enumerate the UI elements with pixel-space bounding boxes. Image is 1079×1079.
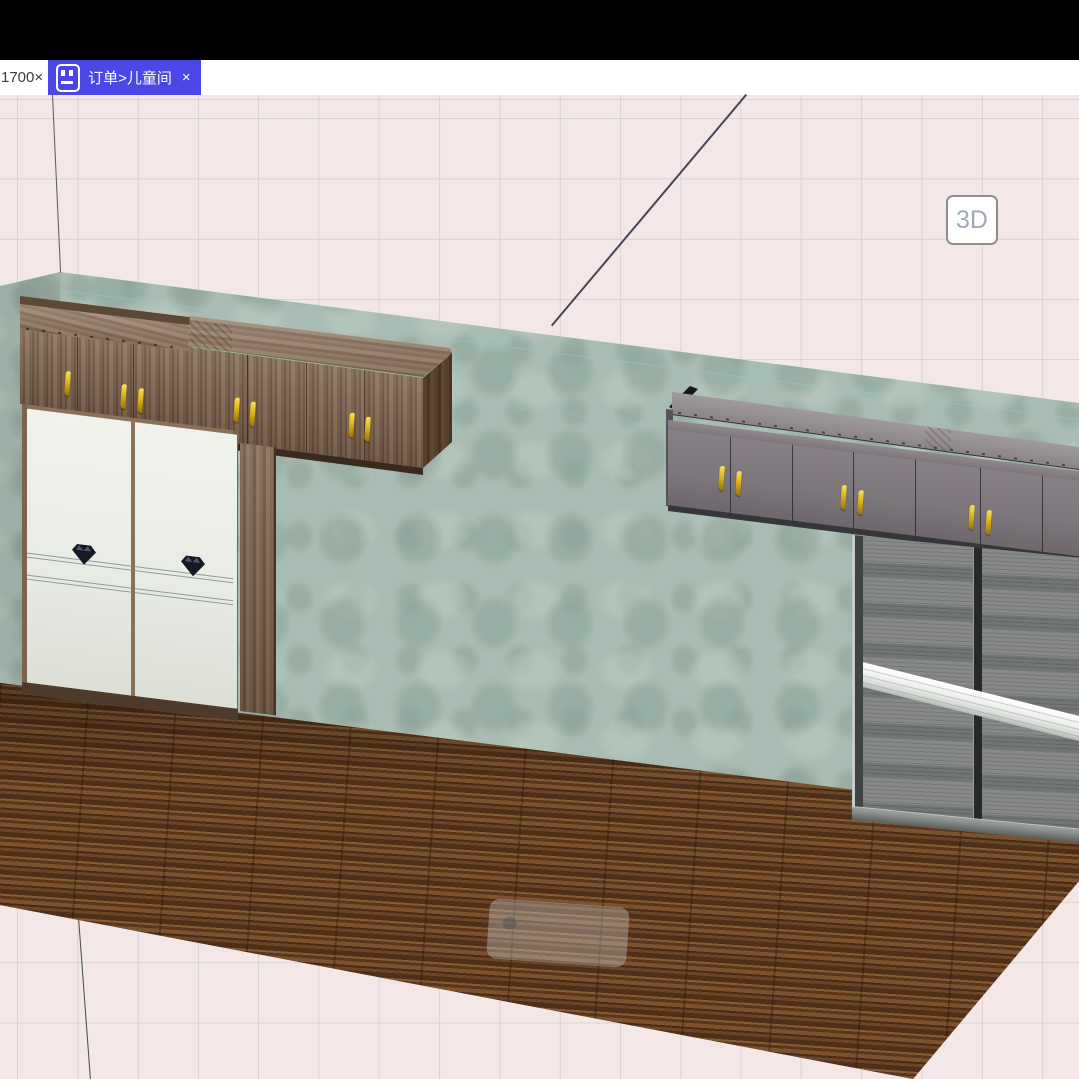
canvas-dimension-label: 1700×	[1, 60, 43, 95]
floor-corner-edge-line	[78, 917, 91, 1079]
cabinet-door[interactable]	[306, 363, 365, 461]
top-black-bar	[0, 0, 1079, 60]
floor-selection-shadow	[486, 898, 630, 968]
cabinet-door[interactable]	[77, 337, 134, 418]
sliding-door-right[interactable]	[131, 422, 237, 709]
frame-gable	[855, 535, 863, 821]
tab-label: 订单>儿童间	[88, 67, 172, 88]
wall-corner-edge-line	[52, 95, 61, 273]
cabinet-door[interactable]	[247, 355, 307, 453]
cabinet-door[interactable]	[133, 344, 191, 425]
cabinet-door[interactable]	[915, 460, 981, 544]
left-wardrobe-sliding-section[interactable]	[22, 404, 238, 721]
right-wardrobe-sliding-section[interactable]	[852, 535, 1079, 843]
left-wardrobe-side-column	[240, 443, 276, 715]
ceiling-edge-line	[551, 94, 747, 326]
design-app-window: 1700× 订单>儿童间 ×	[0, 0, 1079, 1079]
selection-dot	[502, 916, 517, 930]
document-tab-bar: 1700× 订单>儿童间 ×	[0, 60, 1079, 95]
cabinet-door[interactable]	[364, 370, 424, 468]
tab-close-icon[interactable]: ×	[182, 69, 191, 86]
document-tab-order-childrens-room[interactable]: 订单>儿童间 ×	[48, 60, 201, 95]
cabinet-icon	[56, 64, 80, 92]
sliding-door-right[interactable]	[982, 548, 1079, 833]
cabinet-joint-hatch	[925, 426, 951, 452]
cabinet-door[interactable]	[1042, 476, 1079, 557]
3d-viewport-canvas[interactable]: 3D	[0, 95, 1079, 1079]
view-mode-3d-badge[interactable]: 3D	[946, 195, 998, 245]
